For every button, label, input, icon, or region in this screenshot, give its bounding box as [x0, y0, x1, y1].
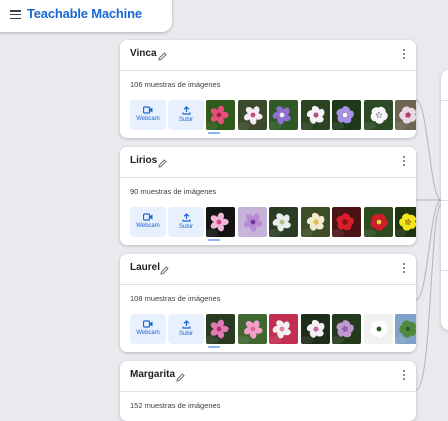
sample-thumbnail[interactable] [395, 314, 416, 344]
class-name[interactable]: Laurel [130, 262, 160, 273]
training-panel[interactable] [441, 70, 448, 330]
class-card-header: Vinca [120, 40, 416, 71]
upload-icon [168, 106, 204, 115]
webcam-icon [130, 213, 166, 221]
webcam-button[interactable]: Webcam [130, 314, 166, 344]
sample-thumbnail[interactable] [363, 207, 393, 237]
upload-button[interactable]: Subir [168, 100, 204, 130]
sample-thumbnail[interactable] [237, 207, 267, 237]
sample-thumbnail-strip[interactable] [206, 100, 416, 130]
upload-icon [168, 320, 204, 329]
upload-label: Subir [178, 224, 193, 230]
more-options-icon[interactable] [402, 370, 406, 382]
sample-count: 108 muestras de imágenes [130, 294, 221, 303]
upload-icon [168, 213, 204, 222]
class-card-laurel: Laurel 108 muestras de imágenes Webcam S… [120, 254, 416, 352]
class-name[interactable]: Vinca [130, 48, 157, 59]
sample-thumbnail[interactable] [269, 207, 298, 237]
class-card-vinca: Vinca 106 muestras de imágenes Webcam Su… [120, 40, 416, 138]
webcam-label: Webcam [136, 116, 160, 122]
sample-thumbnail[interactable] [206, 100, 235, 130]
sample-count: 106 muestras de imágenes [130, 80, 221, 89]
sample-thumbnail[interactable] [269, 100, 298, 130]
upload-button[interactable]: Subir [168, 207, 204, 237]
webcam-icon [130, 106, 166, 114]
sample-thumbnail[interactable] [300, 207, 330, 237]
webcam-button[interactable]: Webcam [130, 207, 166, 237]
thumbnail-scroll-indicator[interactable] [208, 346, 220, 348]
class-card-header: Margarita [120, 361, 416, 392]
sample-thumbnail[interactable] [363, 314, 393, 344]
thumbnail-scroll-indicator[interactable] [208, 132, 220, 134]
upload-label: Subir [178, 331, 193, 337]
sample-thumbnail[interactable] [206, 207, 235, 237]
sample-thumbnail[interactable] [237, 314, 267, 344]
edit-pencil-icon[interactable] [176, 369, 185, 382]
thumbnail-scroll-indicator[interactable] [208, 239, 220, 241]
edit-pencil-icon[interactable] [160, 262, 169, 275]
sample-thumbnail[interactable] [363, 100, 393, 130]
class-name[interactable]: Margarita [130, 369, 175, 380]
class-name[interactable]: Lirios [130, 155, 157, 166]
edit-pencil-icon[interactable] [158, 48, 167, 61]
edit-pencil-icon[interactable] [158, 155, 167, 168]
sample-thumbnail[interactable] [332, 100, 361, 130]
more-options-icon[interactable] [402, 49, 406, 61]
webcam-icon [130, 320, 166, 328]
upload-label: Subir [178, 117, 193, 123]
upload-button[interactable]: Subir [168, 314, 204, 344]
class-card-lirios: Lirios 90 muestras de imágenes Webcam Su… [120, 147, 416, 245]
sample-thumbnail-strip[interactable] [206, 314, 416, 344]
sample-thumbnail[interactable] [206, 314, 235, 344]
sample-thumbnail[interactable] [332, 207, 361, 237]
sample-thumbnail[interactable] [332, 314, 361, 344]
class-card-header: Laurel [120, 254, 416, 285]
sample-thumbnail[interactable] [300, 314, 330, 344]
class-card-header: Lirios [120, 147, 416, 178]
webcam-label: Webcam [136, 223, 160, 229]
sample-thumbnail[interactable] [237, 100, 267, 130]
sample-thumbnail[interactable] [269, 314, 298, 344]
sample-thumbnail[interactable] [395, 100, 416, 130]
sample-thumbnail[interactable] [395, 207, 416, 237]
webcam-button[interactable]: Webcam [130, 100, 166, 130]
sample-thumbnail[interactable] [300, 100, 330, 130]
sample-count: 90 muestras de imágenes [130, 187, 217, 196]
more-options-icon[interactable] [402, 156, 406, 168]
class-card-margarita: Margarita 152 muestras de imágenes [120, 361, 416, 421]
webcam-label: Webcam [136, 330, 160, 336]
sample-count: 152 muestras de imágenes [130, 401, 221, 410]
more-options-icon[interactable] [402, 263, 406, 275]
sample-thumbnail-strip[interactable] [206, 207, 416, 237]
